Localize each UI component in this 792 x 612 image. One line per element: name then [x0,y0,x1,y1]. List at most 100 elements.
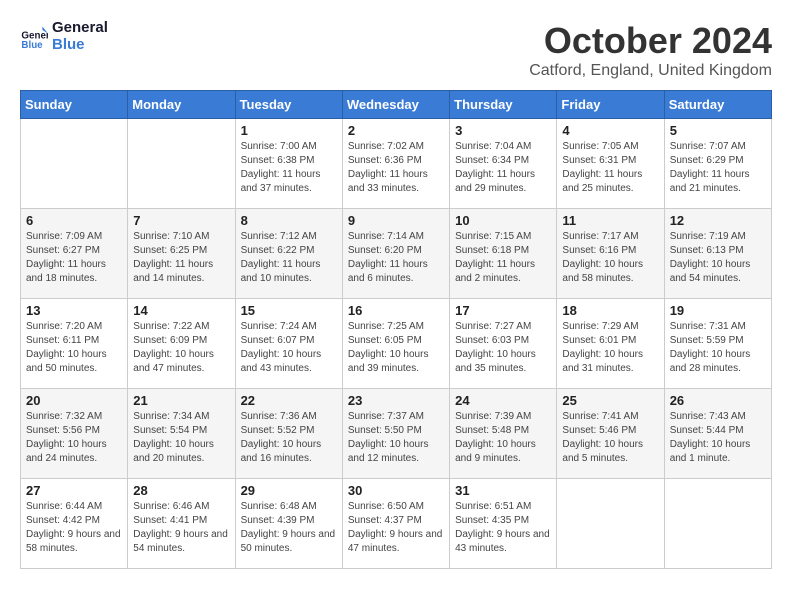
day-number: 28 [133,483,229,498]
day-info: Sunrise: 7:19 AM Sunset: 6:13 PM Dayligh… [670,230,766,286]
calendar-cell: 23Sunrise: 7:37 AM Sunset: 5:50 PM Dayli… [342,389,449,479]
day-number: 5 [670,123,766,138]
day-number: 25 [562,393,658,408]
day-info: Sunrise: 7:22 AM Sunset: 6:09 PM Dayligh… [133,320,229,376]
day-number: 10 [455,213,551,228]
day-number: 8 [241,213,337,228]
calendar-cell: 12Sunrise: 7:19 AM Sunset: 6:13 PM Dayli… [664,209,771,299]
day-info: Sunrise: 7:31 AM Sunset: 5:59 PM Dayligh… [670,320,766,376]
day-info: Sunrise: 7:17 AM Sunset: 6:16 PM Dayligh… [562,230,658,286]
day-number: 19 [670,303,766,318]
calendar-cell: 8 Sunrise: 7:12 AM Sunset: 6:22 PM Daylig… [235,209,342,299]
calendar-cell: 9 Sunrise: 7:14 AM Sunset: 6:20 PM Daylig… [342,209,449,299]
day-number: 18 [562,303,658,318]
day-number: 6 [26,213,122,228]
weekday-header: Wednesday [342,91,449,119]
day-info: Sunrise: 7:43 AM Sunset: 5:44 PM Dayligh… [670,410,766,466]
day-number: 14 [133,303,229,318]
day-info: Sunrise: 6:48 AM Sunset: 4:39 PM Dayligh… [241,500,337,556]
day-info: Sunrise: 6:44 AM Sunset: 4:42 PM Dayligh… [26,500,122,556]
calendar-cell: 22 Sunrise: 7:36 AM Sunset: 5:52 PM Dayli… [235,389,342,479]
calendar-cell: 26 Sunrise: 7:43 AM Sunset: 5:44 PM Dayli… [664,389,771,479]
month-title: October 2024 [529,20,772,62]
day-info: Sunrise: 6:46 AM Sunset: 4:41 PM Dayligh… [133,500,229,556]
day-info: Sunrise: 7:24 AM Sunset: 6:07 PM Dayligh… [241,320,337,376]
calendar-cell [557,479,664,569]
day-number: 16 [348,303,444,318]
day-info: Sunrise: 7:32 AM Sunset: 5:56 PM Dayligh… [26,410,122,466]
day-number: 4 [562,123,658,138]
calendar-cell: 4 Sunrise: 7:05 AM Sunset: 6:31 PM Daylig… [557,119,664,209]
day-info: Sunrise: 7:25 AM Sunset: 6:05 PM Dayligh… [348,320,444,376]
day-number: 1 [241,123,337,138]
logo-icon: General Blue [20,23,48,51]
day-number: 29 [241,483,337,498]
svg-text:Blue: Blue [21,40,43,51]
day-info: Sunrise: 7:00 AM Sunset: 6:38 PM Dayligh… [241,140,337,196]
calendar-cell: 3 Sunrise: 7:04 AM Sunset: 6:34 PM Daylig… [450,119,557,209]
calendar-cell: 17 Sunrise: 7:27 AM Sunset: 6:03 PM Dayli… [450,299,557,389]
title-section: October 2024 Catford, England, United Ki… [529,20,772,80]
weekday-header: Sunday [21,91,128,119]
calendar-cell: 7Sunrise: 7:10 AM Sunset: 6:25 PM Daylig… [128,209,235,299]
day-number: 26 [670,393,766,408]
calendar-cell: 5Sunrise: 7:07 AM Sunset: 6:29 PM Daylig… [664,119,771,209]
calendar-cell: 31Sunrise: 6:51 AM Sunset: 4:35 PM Dayli… [450,479,557,569]
calendar-cell: 10Sunrise: 7:15 AM Sunset: 6:18 PM Dayli… [450,209,557,299]
day-info: Sunrise: 7:27 AM Sunset: 6:03 PM Dayligh… [455,320,551,376]
calendar-cell: 16 Sunrise: 7:25 AM Sunset: 6:05 PM Dayli… [342,299,449,389]
weekday-header-row: SundayMondayTuesdayWednesdayThursdayFrid… [21,91,772,119]
day-number: 2 [348,123,444,138]
weekday-header: Thursday [450,91,557,119]
day-info: Sunrise: 7:04 AM Sunset: 6:34 PM Dayligh… [455,140,551,196]
day-info: Sunrise: 7:37 AM Sunset: 5:50 PM Dayligh… [348,410,444,466]
calendar-week-row: 6 Sunrise: 7:09 AM Sunset: 6:27 PM Daylig… [21,209,772,299]
calendar-cell: 6 Sunrise: 7:09 AM Sunset: 6:27 PM Daylig… [21,209,128,299]
weekday-header: Saturday [664,91,771,119]
day-info: Sunrise: 7:14 AM Sunset: 6:20 PM Dayligh… [348,230,444,286]
day-info: Sunrise: 7:12 AM Sunset: 6:22 PM Dayligh… [241,230,337,286]
calendar-week-row: 13Sunrise: 7:20 AM Sunset: 6:11 PM Dayli… [21,299,772,389]
day-number: 27 [26,483,122,498]
calendar-week-row: 20Sunrise: 7:32 AM Sunset: 5:56 PM Dayli… [21,389,772,479]
calendar-cell [664,479,771,569]
calendar: SundayMondayTuesdayWednesdayThursdayFrid… [20,90,772,569]
day-info: Sunrise: 7:29 AM Sunset: 6:01 PM Dayligh… [562,320,658,376]
calendar-cell: 18 Sunrise: 7:29 AM Sunset: 6:01 PM Dayli… [557,299,664,389]
calendar-week-row: 27 Sunrise: 6:44 AM Sunset: 4:42 PM Dayli… [21,479,772,569]
day-number: 7 [133,213,229,228]
day-number: 30 [348,483,444,498]
day-number: 31 [455,483,551,498]
calendar-cell: 15 Sunrise: 7:24 AM Sunset: 6:07 PM Dayli… [235,299,342,389]
calendar-cell [128,119,235,209]
weekday-header: Monday [128,91,235,119]
calendar-cell: 13Sunrise: 7:20 AM Sunset: 6:11 PM Dayli… [21,299,128,389]
day-number: 13 [26,303,122,318]
calendar-cell: 19 Sunrise: 7:31 AM Sunset: 5:59 PM Dayli… [664,299,771,389]
weekday-header: Tuesday [235,91,342,119]
day-info: Sunrise: 7:36 AM Sunset: 5:52 PM Dayligh… [241,410,337,466]
day-info: Sunrise: 7:34 AM Sunset: 5:54 PM Dayligh… [133,410,229,466]
day-number: 21 [133,393,229,408]
calendar-cell: 21 Sunrise: 7:34 AM Sunset: 5:54 PM Dayli… [128,389,235,479]
calendar-cell: 2Sunrise: 7:02 AM Sunset: 6:36 PM Daylig… [342,119,449,209]
calendar-week-row: 1 Sunrise: 7:00 AM Sunset: 6:38 PM Daylig… [21,119,772,209]
day-info: Sunrise: 7:05 AM Sunset: 6:31 PM Dayligh… [562,140,658,196]
calendar-cell: 24Sunrise: 7:39 AM Sunset: 5:48 PM Dayli… [450,389,557,479]
calendar-cell: 30 Sunrise: 6:50 AM Sunset: 4:37 PM Dayli… [342,479,449,569]
day-number: 11 [562,213,658,228]
calendar-cell [21,119,128,209]
day-number: 9 [348,213,444,228]
calendar-cell: 20Sunrise: 7:32 AM Sunset: 5:56 PM Dayli… [21,389,128,479]
day-info: Sunrise: 7:09 AM Sunset: 6:27 PM Dayligh… [26,230,122,286]
calendar-cell: 14 Sunrise: 7:22 AM Sunset: 6:09 PM Dayli… [128,299,235,389]
calendar-cell: 29 Sunrise: 6:48 AM Sunset: 4:39 PM Dayli… [235,479,342,569]
location: Catford, England, United Kingdom [529,62,772,80]
day-number: 17 [455,303,551,318]
day-info: Sunrise: 7:41 AM Sunset: 5:46 PM Dayligh… [562,410,658,466]
day-info: Sunrise: 6:50 AM Sunset: 4:37 PM Dayligh… [348,500,444,556]
calendar-cell: 1 Sunrise: 7:00 AM Sunset: 6:38 PM Daylig… [235,119,342,209]
day-number: 3 [455,123,551,138]
day-number: 15 [241,303,337,318]
day-number: 22 [241,393,337,408]
